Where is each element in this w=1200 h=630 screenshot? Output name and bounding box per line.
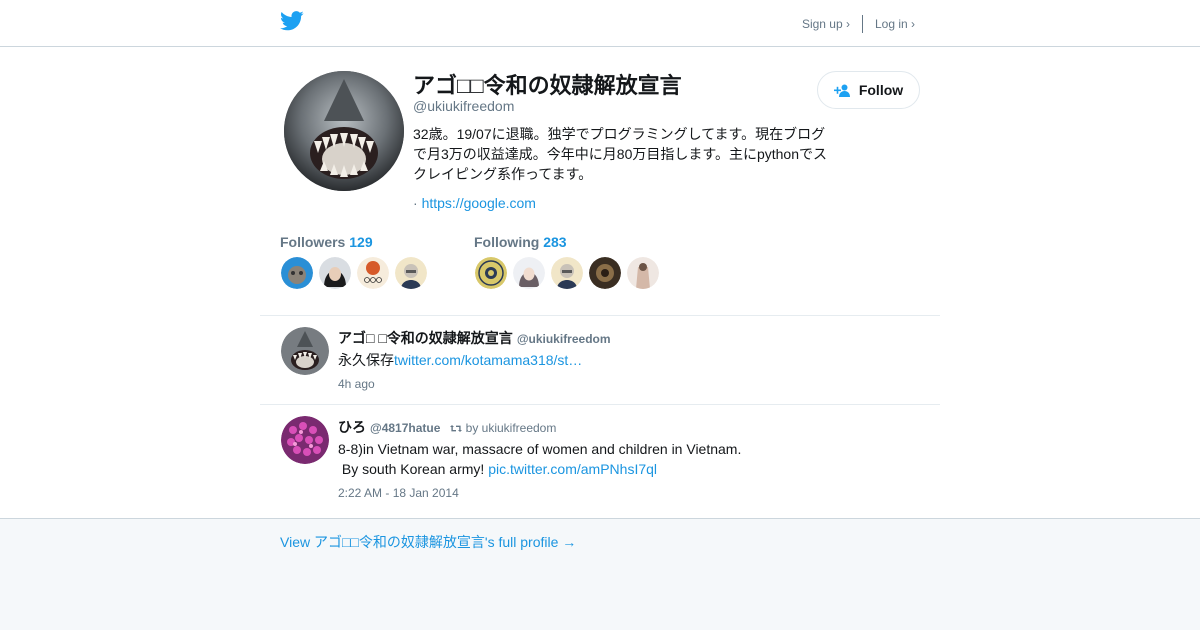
follow-button[interactable]: Follow xyxy=(817,71,920,109)
tweet-text-body: 永久保存 xyxy=(338,352,394,368)
profile-url-link[interactable]: https://google.com xyxy=(422,195,536,211)
tweet-timestamp[interactable]: 4h ago xyxy=(338,377,375,391)
retweet-indicator: by ukiukifreedom xyxy=(450,421,556,435)
following-avatar[interactable] xyxy=(475,257,507,289)
auth-links: Sign up › Log in › xyxy=(802,15,915,33)
twitter-bird-icon[interactable] xyxy=(280,11,304,31)
followers-avatars xyxy=(281,257,427,289)
tweet-media-link[interactable]: pic.twitter.com/amPNhsI7ql xyxy=(488,461,657,477)
tweet-item[interactable]: ひろ @4817hatue by ukiukifreedom 8-8)in Vie… xyxy=(260,405,940,518)
profile-handle: @ukiukifreedom xyxy=(413,98,515,114)
follow-button-label: Follow xyxy=(858,82,904,98)
tweet-author-handle[interactable]: @4817hatue xyxy=(370,421,440,435)
retweet-icon xyxy=(450,425,463,432)
retweet-by-label: by ukiukifreedom xyxy=(465,421,557,435)
tweet-link[interactable]: twitter.com/kotamama318/st… xyxy=(394,352,582,368)
signup-link[interactable]: Sign up › xyxy=(802,17,850,31)
follower-avatar[interactable] xyxy=(319,257,351,289)
top-bar: Sign up › Log in › xyxy=(0,0,1200,47)
follower-avatar[interactable] xyxy=(357,257,389,289)
tweet-author-avatar[interactable] xyxy=(281,327,329,375)
tweet-text: 8-8)in Vietnam war, massacre of women an… xyxy=(338,439,741,479)
profile-card: アゴ□□令和の奴隷解放宣言 @ukiukifreedom 32歳。19/07に退… xyxy=(0,47,1200,518)
tweet-text-body: By south Korean army! xyxy=(338,461,489,477)
following-label: Following xyxy=(474,234,540,250)
login-link[interactable]: Log in › xyxy=(875,17,915,31)
tweet-header: アゴ□ □令和の奴隷解放宣言 @ukiukifreedom xyxy=(338,328,611,348)
tweet-text-line: 8-8)in Vietnam war, massacre of women an… xyxy=(338,441,742,457)
tweet-text: 永久保存twitter.com/kotamama318/st… xyxy=(338,350,582,370)
tweet-text-line: By south Korean army! pic.twitter.com/am… xyxy=(338,459,741,479)
footer: View アゴ□□令和の奴隷解放宣言's full profile → xyxy=(0,518,1200,630)
following-stat[interactable]: Following 283 xyxy=(474,234,567,250)
follower-avatar[interactable] xyxy=(395,257,427,289)
tweet-author-avatar[interactable] xyxy=(281,416,329,464)
following-avatars xyxy=(475,257,659,289)
following-count: 283 xyxy=(543,234,567,250)
tweet-author-name[interactable]: ひろ xyxy=(338,419,366,435)
profile-name: アゴ□□令和の奴隷解放宣言 xyxy=(413,73,682,98)
followers-label: Followers xyxy=(280,234,346,250)
follow-person-add-icon xyxy=(833,84,850,97)
full-profile-link[interactable]: View アゴ□□令和の奴隷解放宣言's full profile → xyxy=(280,532,576,552)
tweet-author-name[interactable]: アゴ□ □令和の奴隷解放宣言 xyxy=(338,330,513,346)
follower-avatar[interactable] xyxy=(281,257,313,289)
profile-link-row: · https://google.com xyxy=(413,195,536,211)
followers-stat[interactable]: Followers 129 xyxy=(280,234,373,250)
following-avatar[interactable] xyxy=(627,257,659,289)
profile-avatar[interactable] xyxy=(284,71,404,191)
following-avatar[interactable] xyxy=(589,257,621,289)
profile-bio: 32歳。19/07に退職。独学でプログラミングしてます。現在ブログで月3万の収益… xyxy=(413,126,827,182)
link-prefix: · xyxy=(413,195,422,211)
following-avatar[interactable] xyxy=(513,257,545,289)
followers-count: 129 xyxy=(349,234,373,250)
tweet-header: ひろ @4817hatue by ukiukifreedom xyxy=(338,417,556,437)
following-avatar[interactable] xyxy=(551,257,583,289)
tweet-timestamp[interactable]: 2:22 AM - 18 Jan 2014 xyxy=(338,486,459,500)
tweet-author-handle[interactable]: @ukiukifreedom xyxy=(517,332,611,346)
auth-divider xyxy=(861,15,863,33)
tweet-item[interactable]: アゴ□ □令和の奴隷解放宣言 @ukiukifreedom 永久保存twitter… xyxy=(260,316,940,404)
shark-avatar-image xyxy=(284,71,404,191)
